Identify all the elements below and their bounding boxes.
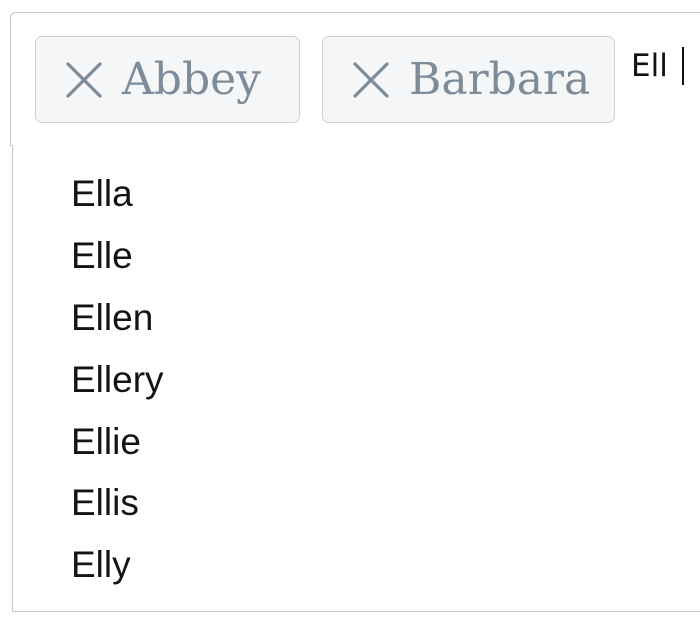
close-icon[interactable] (62, 58, 106, 102)
dropdown-option-ellie[interactable]: Ellie (71, 411, 141, 473)
chip-label: Abbey (122, 53, 262, 105)
dropdown-option-ellen[interactable]: Ellen (71, 287, 153, 349)
dropdown-option-ella[interactable]: Ella (71, 163, 133, 225)
dropdown-option-ellis[interactable]: Ellis (71, 472, 139, 534)
dropdown-option-ellery[interactable]: Ellery (71, 349, 164, 411)
chip-label: Barbara (409, 53, 591, 105)
multi-select-combobox[interactable]: Abbey Barbara (10, 12, 700, 146)
close-icon[interactable] (349, 58, 393, 102)
dropdown-option-elle[interactable]: Elle (71, 225, 133, 287)
text-caret (682, 47, 684, 85)
dropdown-option-elly[interactable]: Elly (71, 534, 131, 596)
selected-chip-barbara[interactable]: Barbara (322, 36, 615, 123)
selected-chip-abbey[interactable]: Abbey (35, 36, 300, 123)
autocomplete-dropdown: Ella Elle Ellen Ellery Ellie Ellis Elly (12, 145, 700, 612)
